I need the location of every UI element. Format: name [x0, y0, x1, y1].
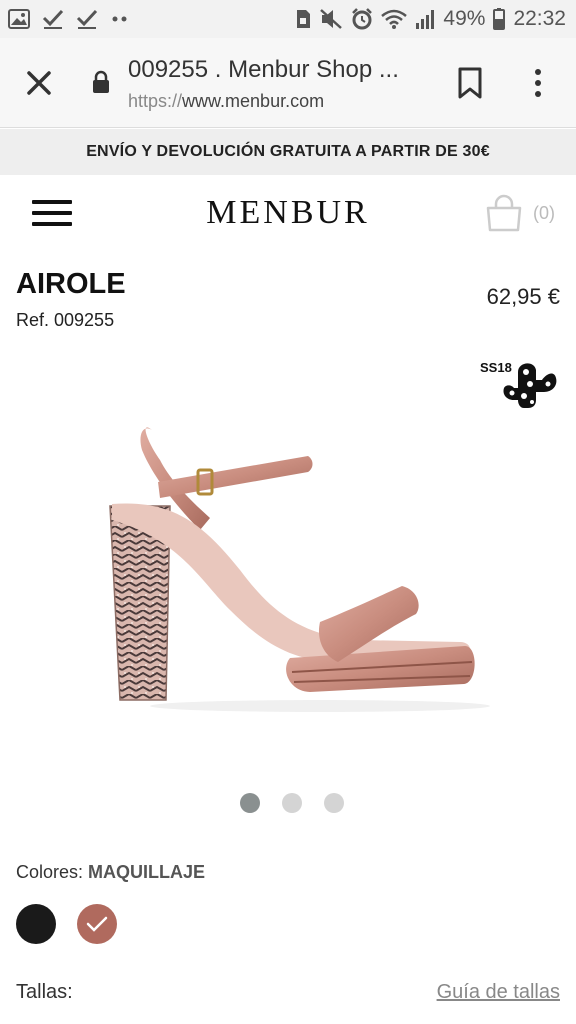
color-swatches	[16, 904, 117, 944]
season-badge-text: SS18	[480, 360, 512, 375]
signal-icon	[415, 9, 435, 29]
close-tab-button[interactable]	[22, 66, 56, 100]
status-system: 49% 22:32	[295, 7, 566, 31]
check-icon	[76, 8, 98, 30]
wifi-icon	[381, 9, 408, 29]
browser-url[interactable]: https://www.menbur.com	[128, 91, 324, 112]
color-swatch-maquillaje[interactable]	[77, 904, 117, 944]
url-scheme: https://	[128, 91, 183, 111]
promo-banner: ENVÍO Y DEVOLUCIÓN GRATUITA A PARTIR DE …	[0, 129, 576, 175]
sim-icon	[295, 9, 311, 29]
bookmark-button[interactable]	[455, 66, 485, 100]
check-icon	[42, 8, 64, 30]
browser-toolbar: 009255 . Menbur Shop ... https://www.men…	[0, 38, 576, 128]
status-bar: 49% 22:32	[0, 0, 576, 38]
carousel-dots-row	[240, 793, 344, 813]
battery-percent: 49%	[443, 7, 486, 30]
colors-label-text: Colores:	[16, 862, 84, 882]
url-host: www.menbur.com	[182, 91, 325, 111]
alarm-icon	[351, 8, 373, 30]
product-image[interactable]	[80, 400, 500, 730]
cart-count: (0)	[533, 202, 555, 223]
ankle-strap	[158, 456, 313, 498]
carousel-dot-3[interactable]	[324, 793, 344, 813]
browser-page-title[interactable]: 009255 . Menbur Shop ...	[128, 56, 428, 84]
product-price: 62,95 €	[486, 284, 560, 309]
check-icon	[86, 916, 108, 932]
dots-icon	[110, 14, 130, 24]
selected-color-name: MAQUILLAJE	[88, 862, 206, 882]
product-name: AIROLE	[16, 268, 126, 300]
clock: 22:32	[513, 7, 566, 30]
browser-menu-button[interactable]	[526, 66, 550, 100]
image-icon	[8, 9, 30, 29]
cart-button[interactable]: (0)	[485, 194, 555, 232]
carousel-dot-2[interactable]	[282, 793, 302, 813]
product-ref: Ref. 009255	[16, 310, 115, 330]
shoe-shadow	[150, 700, 490, 712]
sizes-label: Tallas:	[16, 981, 73, 1003]
battery-icon	[493, 8, 506, 30]
color-swatch-black[interactable]	[16, 904, 56, 944]
bookmark-icon	[458, 67, 482, 99]
carousel-dot-1[interactable]	[240, 793, 260, 813]
mute-icon	[319, 8, 343, 30]
lock-icon[interactable]	[91, 70, 111, 99]
size-guide-link[interactable]: Guía de tallas	[437, 981, 560, 1004]
carousel-dots	[0, 793, 576, 813]
shopping-bag-icon	[486, 194, 522, 232]
more-vertical-icon	[535, 69, 541, 97]
close-icon	[27, 71, 51, 95]
site-header: MENBUR (0)	[0, 176, 576, 256]
status-notifications	[8, 8, 130, 30]
colors-label: Colores: MAQUILLAJE	[16, 862, 205, 883]
